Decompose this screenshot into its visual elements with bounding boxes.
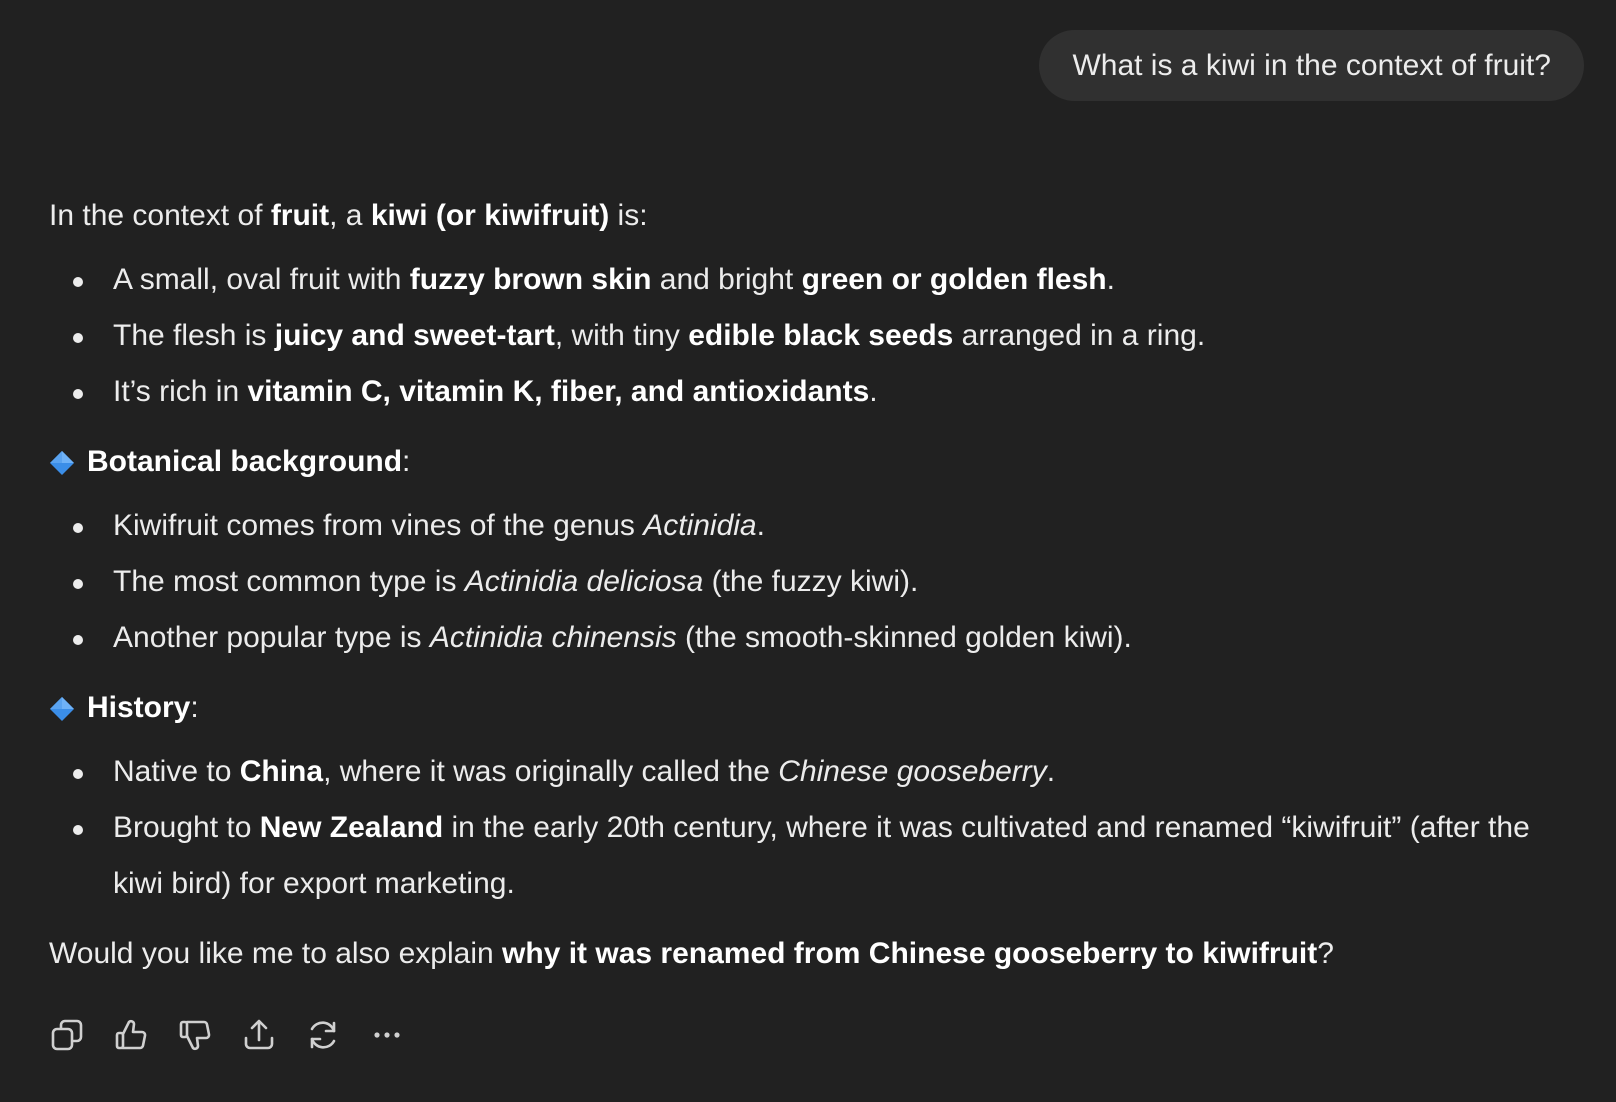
botanical-heading: Botanical background:: [49, 434, 1579, 490]
list-item-text: .: [756, 509, 765, 542]
history-heading: History:: [49, 680, 1579, 736]
intro-text: , a: [329, 199, 371, 232]
list-item-text: .: [1106, 263, 1115, 296]
list-item-bold: vitamin C, vitamin K, fiber, and antioxi…: [247, 375, 870, 408]
list-item-italic: Chinese gooseberry: [778, 755, 1047, 788]
list-item: The most common type is Actinidia delici…: [49, 554, 1579, 610]
list-item: Kiwifruit comes from vines of the genus …: [49, 498, 1579, 554]
regenerate-icon: [310, 1021, 336, 1049]
list-item-text: and bright: [651, 263, 802, 296]
thumbs-down-button[interactable]: [177, 1015, 213, 1055]
list-item-text: Another popular type is: [113, 621, 430, 654]
user-message-text: What is a kiwi in the context of fruit?: [1072, 49, 1551, 82]
section-heading-colon: :: [190, 691, 199, 724]
blue-diamond-icon: [49, 442, 75, 482]
share-icon: [244, 1019, 274, 1050]
copy-icon: [51, 1019, 83, 1051]
closing-question: Would you like me to also explain why it…: [49, 926, 1579, 982]
list-item-bold: fuzzy brown skin: [409, 263, 652, 296]
list-item-italic: Actinidia chinensis: [429, 621, 677, 654]
list-item-text: The most common type is: [113, 565, 465, 598]
intro-text: In the context of: [49, 199, 271, 232]
list-item: It’s rich in vitamin C, vitamin K, fiber…: [49, 364, 1579, 420]
list-item-text: (the smooth-skinned golden kiwi).: [676, 621, 1132, 654]
list-item-text: Kiwifruit comes from vines of the genus: [113, 509, 644, 542]
user-message-bubble: What is a kiwi in the context of fruit?: [1039, 30, 1584, 101]
list-item: Native to China, where it was originally…: [49, 744, 1579, 800]
section-heading-text: History: [87, 691, 191, 724]
list-item: The flesh is juicy and sweet-tart, with …: [49, 308, 1579, 364]
list-item-italic: Actinidia deliciosa: [464, 565, 704, 598]
list-item-text: , where it was originally called the: [323, 755, 779, 788]
section-heading-colon: :: [402, 445, 411, 478]
blue-diamond-icon: [49, 688, 75, 728]
list-item-bold: edible black seeds: [688, 319, 954, 352]
more-options-icon: [374, 1032, 400, 1038]
thumbs-up-button[interactable]: [113, 1015, 149, 1055]
list-item-bold: juicy and sweet-tart: [274, 319, 555, 352]
copy-button[interactable]: [49, 1015, 85, 1055]
list-item-bold: green or golden flesh: [801, 263, 1107, 296]
intro-bold-fruit: fruit: [270, 199, 330, 232]
thumbs-down-icon: [179, 1020, 211, 1051]
list-item: A small, oval fruit with fuzzy brown ski…: [49, 252, 1579, 308]
closing-bold: why it was renamed from Chinese gooseber…: [502, 937, 1318, 970]
list-item-text: Native to: [113, 755, 240, 788]
list-item-text: .: [1046, 755, 1056, 788]
response-action-bar: [49, 1015, 405, 1055]
assistant-response: In the context of fruit, a kiwi (or kiwi…: [49, 188, 1579, 982]
list-item-text: , with tiny: [554, 319, 689, 352]
thumbs-up-icon: [115, 1019, 147, 1050]
list-item-text: arranged in a ring.: [953, 319, 1206, 352]
more-options-button[interactable]: [369, 1015, 405, 1055]
closing-text: ?: [1317, 937, 1334, 970]
list-item: Another popular type is Actinidia chinen…: [49, 610, 1579, 666]
list-item-text: It’s rich in: [113, 375, 248, 408]
section-heading-text: Botanical background: [87, 445, 403, 478]
share-button[interactable]: [241, 1015, 277, 1055]
list-item-italic: Actinidia: [643, 509, 757, 542]
intro-bullet-list: A small, oval fruit with fuzzy brown ski…: [49, 252, 1579, 420]
closing-text: Would you like me to also explain: [49, 937, 503, 970]
intro-paragraph: In the context of fruit, a kiwi (or kiwi…: [49, 188, 1579, 244]
list-item-bold: New Zealand: [259, 811, 444, 844]
intro-bold-kiwi: kiwi (or kiwifruit): [370, 199, 610, 232]
list-item-text: (the fuzzy kiwi).: [703, 565, 919, 598]
intro-text: is:: [609, 199, 648, 232]
regenerate-button[interactable]: [305, 1015, 341, 1055]
list-item-text: .: [869, 375, 878, 408]
list-item-bold: China: [239, 755, 324, 788]
history-bullet-list: Native to China, where it was originally…: [49, 744, 1579, 912]
list-item-text: Brought to: [113, 811, 260, 844]
list-item: Brought to New Zealand in the early 20th…: [49, 800, 1543, 912]
botanical-bullet-list: Kiwifruit comes from vines of the genus …: [49, 498, 1579, 666]
list-item-text: The flesh is: [113, 319, 275, 352]
list-item-text: A small, oval fruit with: [113, 263, 410, 296]
